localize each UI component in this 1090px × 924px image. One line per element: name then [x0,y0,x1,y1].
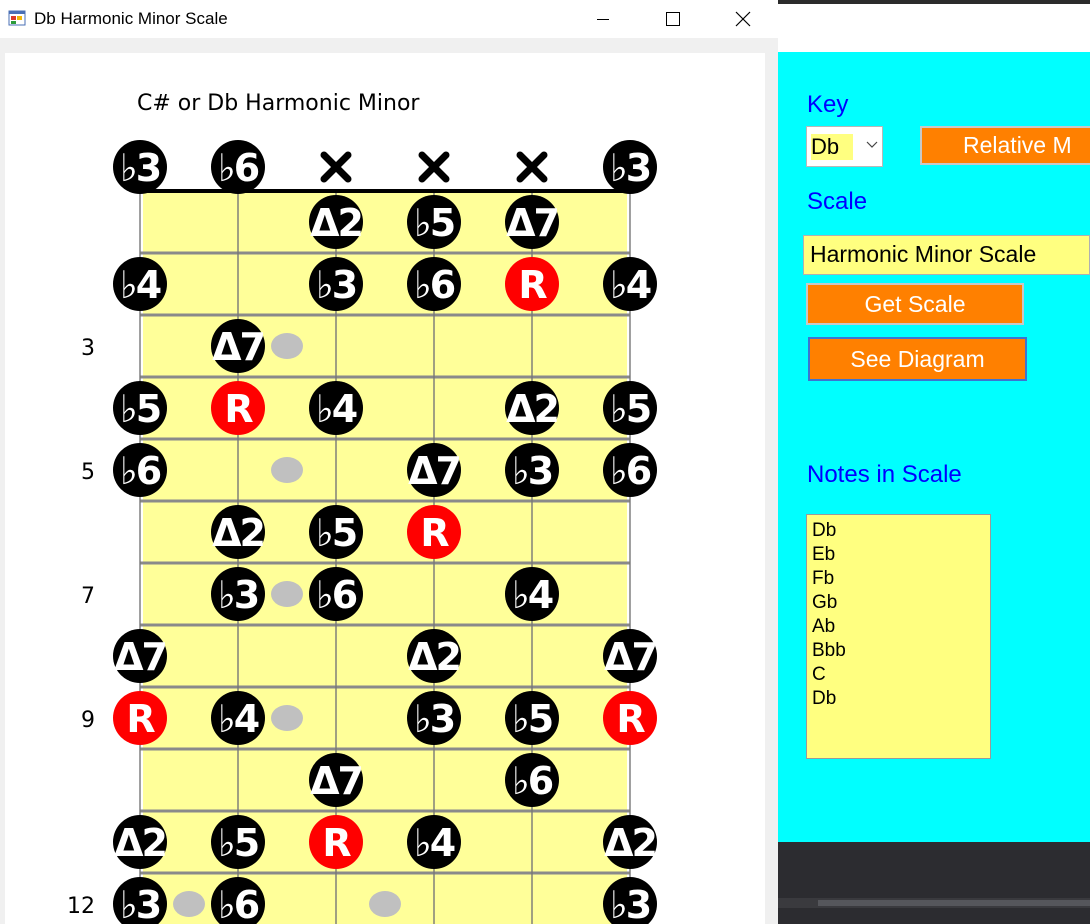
notes-listbox[interactable]: Db Eb Fb Gb Ab Bbb C Db [806,514,991,759]
list-item[interactable]: Bbb [812,639,990,663]
window-title: Db Harmonic Minor Scale [34,9,228,28]
note-label: ♭5 [120,387,160,431]
diagram-window: Db Harmonic Minor Scale C# or Db Harmoni… [0,0,778,924]
notes-label: Notes in Scale [807,461,962,488]
muted-string-marker [320,151,352,183]
diagram-canvas: C# or Db Harmonic Minor 3 5 7 9 12 ♭3 ♭6 ♭3 Δ2 ♭5… [5,53,765,924]
root-note-label: R [322,821,351,865]
close-button[interactable] [720,0,766,38]
note-label: ♭5 [218,821,258,865]
window-edge [778,0,1090,4]
form-top-area [778,0,1090,52]
app-icon [8,10,26,26]
list-item[interactable]: Db [812,519,990,543]
note-label: ♭4 [414,821,455,865]
scale-label: Scale [807,188,868,215]
minimize-icon [597,19,609,20]
note-label: Δ2 [212,511,264,555]
note-label: ♭6 [512,759,553,803]
see-diagram-button[interactable]: See Diagram [808,337,1027,381]
note-label: Δ2 [114,821,166,865]
muted-string-marker [418,151,450,183]
fretboard-diagram: C# or Db Harmonic Minor 3 5 7 9 12 ♭3 ♭6 ♭3 Δ2 ♭5… [67,91,658,924]
note-label: Δ2 [310,201,362,245]
note-label: Δ7 [604,635,656,679]
chevron-down-icon [866,141,878,148]
note-label: ♭6 [316,573,357,617]
note-label: Δ7 [310,759,362,803]
relative-button[interactable]: Relative M [920,126,1090,165]
list-item[interactable]: Db [812,687,990,711]
key-dropdown-value: Db [811,134,853,160]
note-label: ♭5 [414,201,454,245]
note-label: ♭6 [218,883,259,924]
note-label: ♭6 [610,449,651,493]
note-label: ♭6 [218,146,259,190]
taskbar-area [778,842,1090,924]
list-item[interactable]: Fb [812,567,990,591]
note-label: ♭3 [120,146,160,190]
list-item[interactable]: Eb [812,543,990,567]
root-note-label: R [224,387,253,431]
list-item[interactable]: Gb [812,591,990,615]
note-label: Δ2 [408,635,460,679]
note-label: Δ7 [408,449,460,493]
note-label: ♭3 [610,883,650,924]
inlay-marker [271,333,303,359]
note-label: Δ7 [212,325,264,369]
inlay-marker [271,457,303,483]
fret-number: 3 [81,336,95,361]
note-label: ♭3 [610,146,650,190]
note-label: ♭3 [316,263,356,307]
root-note-label: R [518,263,547,307]
fret-number: 5 [81,460,95,485]
note-label: ♭5 [512,697,552,741]
close-icon [735,11,751,27]
key-label: Key [807,91,849,118]
list-item[interactable]: Ab [812,615,990,639]
note-label: ♭4 [610,263,651,307]
note-label: ♭5 [610,387,650,431]
note-label: ♭4 [512,573,553,617]
fret-number: 7 [81,584,95,609]
fret-number: 12 [67,894,95,919]
note-label: Δ7 [506,201,558,245]
maximize-icon [666,12,680,26]
root-note-label: R [420,511,449,555]
inlay-marker [271,581,303,607]
minimize-button[interactable] [580,0,626,38]
note-label: ♭4 [316,387,357,431]
note-label: ♭6 [120,449,161,493]
root-note-label: R [616,697,645,741]
scale-field[interactable]: Harmonic Minor Scale [803,235,1090,275]
muted-string-marker [516,151,548,183]
maximize-button[interactable] [650,0,696,38]
note-label: ♭4 [218,697,259,741]
note-label: ♭3 [218,573,258,617]
title-bar[interactable]: Db Harmonic Minor Scale [0,0,778,38]
note-label: ♭3 [512,449,552,493]
scrollbar-thumb[interactable] [818,900,1090,906]
root-note-label: R [126,697,155,741]
note-label: ♭4 [120,263,161,307]
note-label: Δ2 [604,821,656,865]
note-label: ♭3 [120,883,160,924]
inlay-marker [173,891,205,917]
note-label: ♭6 [414,263,455,307]
note-label: ♭3 [414,697,454,741]
note-label: Δ7 [114,635,166,679]
inlay-marker [369,891,401,917]
note-label: ♭5 [316,511,356,555]
key-dropdown[interactable]: Db [806,126,883,167]
get-scale-button[interactable]: Get Scale [806,283,1024,325]
diagram-heading: C# or Db Harmonic Minor [137,91,420,116]
list-item[interactable]: C [812,663,990,687]
note-label: Δ2 [506,387,558,431]
fret-number: 9 [81,708,95,733]
inlay-marker [271,705,303,731]
fretboard [143,191,627,924]
